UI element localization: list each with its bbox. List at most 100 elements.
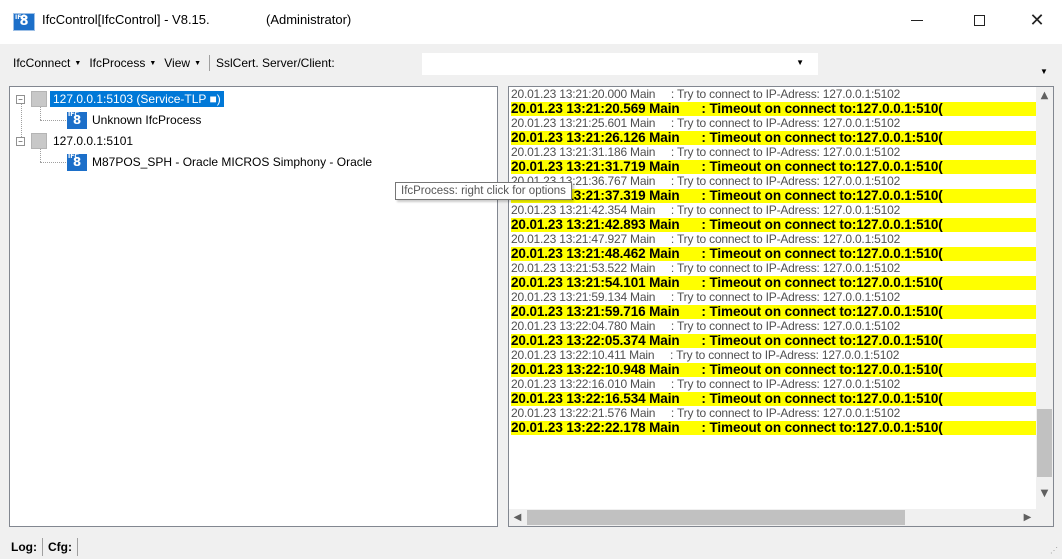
log-message: : Timeout on connect to:127.0.0.1:510( xyxy=(679,304,943,319)
log-message: : Try to connect to IP-Adress: 127.0.0.1… xyxy=(655,203,901,217)
toolbar-overflow-icon[interactable]: ▼ xyxy=(1040,67,1048,76)
tree-node-m87pos[interactable]: IFC 8 M87POS_SPH - Oracle MICROS Simphony… xyxy=(67,153,372,171)
log-line: 20.01.23 13:22:16.534 Main : Timeout on … xyxy=(511,391,1037,406)
log-message: : Try to connect to IP-Adress: 127.0.0.1… xyxy=(655,406,901,420)
log-message: : Timeout on connect to:127.0.0.1:510( xyxy=(679,333,943,348)
vertical-scroll-thumb[interactable] xyxy=(1037,409,1052,477)
tree-node-label[interactable]: 127.0.0.1:5101 xyxy=(53,134,133,148)
tree-node-server-5101[interactable]: − 127.0.0.1:5101 xyxy=(16,132,133,150)
tree-node-label[interactable]: 127.0.0.1:5103 (Service-TLP ■) xyxy=(50,91,224,107)
log-line: 20.01.23 13:21:47.927 Main : Try to conn… xyxy=(511,232,1037,247)
log-line: 20.01.23 13:22:04.780 Main : Try to conn… xyxy=(511,319,1037,334)
log-message: : Try to connect to IP-Adress: 127.0.0.1… xyxy=(655,116,901,130)
log-time: 20.01.23 13:22:16.534 Main xyxy=(511,391,680,406)
log-message: : Try to connect to IP-Adress: 127.0.0.1… xyxy=(655,87,901,101)
log-line: 20.01.23 13:21:59.134 Main : Try to conn… xyxy=(511,290,1037,305)
log-time: 20.01.23 13:22:05.374 Main xyxy=(511,333,680,348)
scroll-right-icon[interactable]: ▶ xyxy=(1019,509,1036,526)
maximize-icon xyxy=(973,14,985,26)
log-line: 20.01.23 13:21:42.893 Main : Timeout on … xyxy=(511,217,1037,232)
minimize-icon xyxy=(911,19,923,21)
log-message: : Try to connect to IP-Adress: 127.0.0.1… xyxy=(654,348,900,362)
menu-view[interactable]: View ▼ xyxy=(160,56,205,70)
log-message: : Timeout on connect to:127.0.0.1:510( xyxy=(679,420,943,435)
ssl-cert-label: SslCert. Server/Client: xyxy=(216,56,335,70)
menu-ifcconnect-label: IfcConnect xyxy=(13,56,71,70)
maximize-button[interactable] xyxy=(956,0,1002,40)
horizontal-scrollbar[interactable]: ◀ ▶ xyxy=(509,509,1037,526)
menu-separator xyxy=(209,55,210,71)
log-time: 20.01.23 13:21:20.000 Main xyxy=(511,87,656,101)
tree-node-unknown-process[interactable]: IFC 8 Unknown IfcProcess xyxy=(67,111,201,129)
log-time: 20.01.23 13:22:21.576 Main xyxy=(511,406,656,420)
close-button[interactable]: ✕ xyxy=(1014,0,1060,40)
tree-connector xyxy=(40,162,66,163)
vertical-scrollbar[interactable]: ▲ ▼ xyxy=(1036,87,1053,511)
log-panel[interactable]: 20.01.23 13:21:20.000 Main : Try to conn… xyxy=(508,86,1054,527)
resize-grip-icon[interactable]: ⋰ xyxy=(1050,546,1058,555)
log-time: 20.01.23 13:21:31.719 Main xyxy=(511,159,680,174)
log-line: 20.01.23 13:21:37.319 Main : Timeout on … xyxy=(511,188,1037,203)
log-time: 20.01.23 13:22:10.411 Main xyxy=(511,348,655,362)
log-line: 20.01.23 13:22:05.374 Main : Timeout on … xyxy=(511,333,1037,348)
log-message: : Timeout on connect to:127.0.0.1:510( xyxy=(679,159,943,174)
log-message: : Timeout on connect to:127.0.0.1:510( xyxy=(679,101,943,116)
log-message: : Timeout on connect to:127.0.0.1:510( xyxy=(679,391,943,406)
app-icon-sub: IFC xyxy=(15,14,26,21)
tree-node-server-5103[interactable]: − 127.0.0.1:5103 (Service-TLP ■) xyxy=(16,90,224,108)
collapse-icon[interactable]: − xyxy=(16,136,25,146)
title-bar: IFC 8 IfcControl[IfcControl] - V8.15. (A… xyxy=(0,0,1062,44)
horizontal-scroll-thumb[interactable] xyxy=(527,510,905,525)
log-message: : Try to connect to IP-Adress: 127.0.0.1… xyxy=(655,232,901,246)
status-log[interactable]: Log: xyxy=(6,537,43,556)
app-icon[interactable]: IFC 8 xyxy=(13,13,35,31)
collapse-icon[interactable]: − xyxy=(16,94,25,104)
chevron-down-icon: ▼ xyxy=(74,60,82,67)
log-time: 20.01.23 13:21:31.186 Main xyxy=(511,145,656,159)
scroll-up-icon[interactable]: ▲ xyxy=(1036,87,1053,104)
log-message: : Try to connect to IP-Adress: 127.0.0.1… xyxy=(655,377,901,391)
chevron-down-icon: ▼ xyxy=(194,60,201,67)
scroll-left-icon[interactable]: ◀ xyxy=(509,509,526,526)
log-message: : Try to connect to IP-Adress: 127.0.0.1… xyxy=(655,174,901,188)
status-cfg[interactable]: Cfg: xyxy=(43,537,78,556)
log-line: 20.01.23 13:22:10.948 Main : Timeout on … xyxy=(511,362,1037,377)
log-message: : Try to connect to IP-Adress: 127.0.0.1… xyxy=(655,145,901,159)
menu-ifcprocess[interactable]: IfcProcess ▼ xyxy=(85,56,160,70)
log-time: 20.01.23 13:21:42.893 Main xyxy=(511,217,680,232)
log-message: : Timeout on connect to:127.0.0.1:510( xyxy=(679,130,943,145)
log-line: 20.01.23 13:21:53.522 Main : Try to conn… xyxy=(511,261,1037,276)
log-line: 20.01.23 13:21:36.767 Main : Try to conn… xyxy=(511,174,1037,189)
log-time: 20.01.23 13:22:04.780 Main xyxy=(511,319,656,333)
log-line: 20.01.23 13:22:10.411 Main : Try to conn… xyxy=(511,348,1037,363)
menu-ifcconnect[interactable]: IfcConnect ▼ xyxy=(9,56,85,70)
log-time: 20.01.23 13:22:16.010 Main xyxy=(511,377,656,391)
log-line: 20.01.23 13:22:21.576 Main : Try to conn… xyxy=(511,406,1037,421)
log-time: 20.01.23 13:21:42.354 Main xyxy=(511,203,656,217)
tree-connector xyxy=(40,120,66,121)
minimize-button[interactable] xyxy=(894,0,940,40)
log-lines: 20.01.23 13:21:20.000 Main : Try to conn… xyxy=(511,87,1037,495)
menu-ifcprocess-label: IfcProcess xyxy=(89,56,146,70)
log-line: 20.01.23 13:21:26.126 Main : Timeout on … xyxy=(511,130,1037,145)
ssl-cert-combobox[interactable]: ▼ xyxy=(422,53,818,75)
ifc-process-icon: IFC 8 xyxy=(67,153,87,171)
log-line: 20.01.23 13:22:22.178 Main : Timeout on … xyxy=(511,420,1037,435)
log-line: 20.01.23 13:22:16.010 Main : Try to conn… xyxy=(511,377,1037,392)
scroll-down-icon[interactable]: ▼ xyxy=(1036,485,1053,502)
tree-node-label[interactable]: M87POS_SPH - Oracle MICROS Simphony - Or… xyxy=(92,155,372,169)
log-time: 20.01.23 13:21:59.716 Main xyxy=(511,304,680,319)
log-message: : Timeout on connect to:127.0.0.1:510( xyxy=(679,362,943,377)
log-message: : Timeout on connect to:127.0.0.1:510( xyxy=(679,188,943,203)
server-icon xyxy=(31,91,47,107)
log-time: 20.01.23 13:22:10.948 Main xyxy=(511,362,680,377)
log-line: 20.01.23 13:21:31.719 Main : Timeout on … xyxy=(511,159,1037,174)
dropdown-arrow-icon: ▼ xyxy=(796,58,804,67)
status-bar: Log: Cfg: ⋰ xyxy=(0,534,1062,559)
process-tree[interactable]: − 127.0.0.1:5103 (Service-TLP ■) IFC 8 Un… xyxy=(9,86,498,527)
log-time: 20.01.23 13:21:59.134 Main xyxy=(511,290,656,304)
log-line: 20.01.23 13:21:59.716 Main : Timeout on … xyxy=(511,304,1037,319)
log-time: 20.01.23 13:21:53.522 Main xyxy=(511,261,656,275)
tree-node-label[interactable]: Unknown IfcProcess xyxy=(92,113,201,127)
log-line: 20.01.23 13:21:54.101 Main : Timeout on … xyxy=(511,275,1037,290)
